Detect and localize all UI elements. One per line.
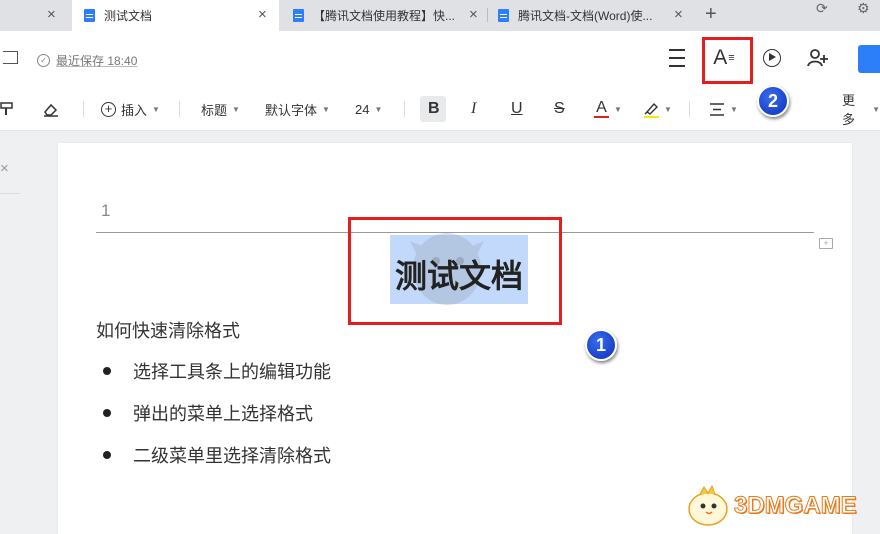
tab-word-doc[interactable]: 腾讯文档-文档(Word)使... × bbox=[490, 0, 695, 31]
exit-icon[interactable] bbox=[3, 51, 18, 64]
list-item[interactable]: 二级菜单里选择清除格式 bbox=[96, 442, 331, 468]
page-header-number: 1 bbox=[101, 201, 111, 220]
tab-label: 腾讯文档-文档(Word)使... bbox=[518, 9, 653, 23]
font-label: 默认字体 bbox=[265, 102, 318, 118]
settings-icon[interactable]: ⚙ bbox=[857, 0, 870, 17]
play-icon[interactable] bbox=[759, 45, 785, 71]
comment-icon[interactable]: + bbox=[819, 238, 833, 249]
site-watermark: 3DMGAME bbox=[686, 485, 857, 527]
save-status-text: 最近保存 18:40 bbox=[56, 54, 138, 68]
bold-button[interactable]: B bbox=[428, 97, 440, 121]
close-icon[interactable]: × bbox=[258, 6, 267, 23]
tab-test-doc[interactable]: 测试文档 × bbox=[72, 0, 279, 31]
chevron-down-icon: ▼ bbox=[614, 104, 622, 114]
format-toolbar: + 插入 ▼ 标题 ▼ 默认字体 ▼ 24 ▼ B I U S A ▼ ▼ ▼ … bbox=[0, 87, 880, 131]
body-paragraph[interactable]: 如何快速清除格式 bbox=[96, 317, 240, 343]
share-button[interactable] bbox=[858, 45, 880, 73]
more-label: 更多 bbox=[842, 93, 856, 127]
insert-label: 插入 bbox=[121, 102, 148, 118]
insert-button[interactable]: + 插入 ▼ bbox=[101, 97, 160, 121]
highlight-color-bar bbox=[643, 115, 659, 118]
bullet-dot bbox=[103, 409, 111, 417]
heading-select[interactable]: 标题 ▼ bbox=[201, 97, 240, 121]
chevron-down-icon: ▼ bbox=[152, 104, 160, 114]
tab-label: 测试文档 bbox=[104, 9, 153, 23]
underline-button[interactable]: U bbox=[511, 97, 523, 121]
add-user-icon[interactable] bbox=[805, 45, 831, 71]
strikethrough-button[interactable]: S bbox=[554, 97, 565, 121]
menu-icon[interactable] bbox=[664, 45, 690, 71]
chevron-down-icon: ▼ bbox=[322, 104, 330, 114]
font-color-label: A bbox=[596, 99, 607, 116]
chevron-down-icon: ▼ bbox=[664, 104, 672, 114]
tab-strip: × 测试文档 × 【腾讯文档使用教程】快... × 腾讯文档-文档(Word)使… bbox=[0, 0, 880, 31]
toolbar-divider bbox=[179, 101, 180, 117]
doc-icon bbox=[498, 9, 509, 22]
close-icon[interactable]: × bbox=[0, 160, 9, 177]
eraser-icon[interactable] bbox=[42, 97, 60, 121]
refresh-icon[interactable]: ⟳ bbox=[816, 0, 828, 17]
italic-button[interactable]: I bbox=[471, 97, 476, 121]
pane-divider bbox=[0, 193, 20, 194]
bold-label: B bbox=[428, 100, 440, 117]
underline-label: U bbox=[511, 100, 523, 117]
toolbar-divider bbox=[404, 101, 405, 117]
list-item-text: 弹出的菜单上选择格式 bbox=[133, 404, 313, 424]
plus-icon[interactable]: + bbox=[705, 3, 717, 26]
close-icon[interactable]: × bbox=[469, 6, 478, 23]
font-select[interactable]: 默认字体 ▼ bbox=[265, 97, 330, 121]
document-page[interactable]: 1 + 测试文档 如何快速清除格式 选择工具条上的编辑功能 弹出的菜单上选择格式… bbox=[58, 143, 852, 534]
bird-logo-icon bbox=[688, 485, 728, 526]
format-painter-icon[interactable] bbox=[0, 97, 16, 121]
save-status: ✓ 最近保存 18:40 bbox=[37, 52, 137, 69]
tab-tutorial[interactable]: 【腾讯文档使用教程】快... × bbox=[283, 0, 483, 31]
toolbar-divider bbox=[689, 101, 690, 117]
bullet-dot bbox=[103, 367, 111, 375]
highlighter-icon bbox=[644, 102, 658, 115]
doc-icon bbox=[84, 9, 95, 22]
heading-label: 标题 bbox=[201, 102, 228, 118]
toolbar-divider bbox=[83, 101, 84, 117]
chevron-down-icon: ▼ bbox=[730, 104, 738, 114]
close-icon[interactable]: × bbox=[674, 6, 683, 23]
watermark-text: 3DMGAME bbox=[734, 492, 858, 520]
close-icon[interactable]: × bbox=[47, 6, 56, 23]
annotation-box-title bbox=[348, 217, 562, 325]
font-size-label: 24 bbox=[355, 101, 370, 117]
list-item[interactable]: 弹出的菜单上选择格式 bbox=[96, 400, 313, 426]
chevron-down-icon: ▼ bbox=[374, 104, 383, 114]
italic-label: I bbox=[471, 100, 477, 117]
tab-label: 【腾讯文档使用教程】快... bbox=[313, 9, 456, 23]
check-circle-icon: ✓ bbox=[37, 54, 50, 67]
font-color-bar bbox=[594, 116, 609, 118]
strike-label: S bbox=[554, 100, 565, 117]
font-color-button[interactable]: A ▼ bbox=[594, 97, 622, 121]
bullet-dot bbox=[103, 451, 111, 459]
font-size-select[interactable]: 24 ▼ bbox=[355, 97, 382, 121]
doc-icon bbox=[293, 9, 304, 22]
annotation-badge-2: 2 bbox=[757, 85, 789, 117]
annotation-badge-1: 1 bbox=[585, 329, 617, 361]
insert-plus-icon: + bbox=[101, 101, 116, 117]
list-item-text: 选择工具条上的编辑功能 bbox=[133, 362, 331, 382]
list-item[interactable]: 选择工具条上的编辑功能 bbox=[96, 358, 331, 384]
annotation-box-text-style bbox=[702, 37, 753, 84]
highlight-button[interactable]: ▼ bbox=[643, 97, 672, 121]
chevron-down-icon: ▼ bbox=[872, 104, 880, 114]
more-button[interactable]: 更多 ▼ bbox=[842, 93, 880, 127]
align-icon bbox=[710, 102, 724, 116]
chevron-down-icon: ▼ bbox=[232, 104, 240, 114]
align-button[interactable]: ▼ bbox=[709, 97, 738, 121]
tab-divider bbox=[487, 8, 488, 22]
list-item-text: 二级菜单里选择清除格式 bbox=[133, 446, 331, 466]
